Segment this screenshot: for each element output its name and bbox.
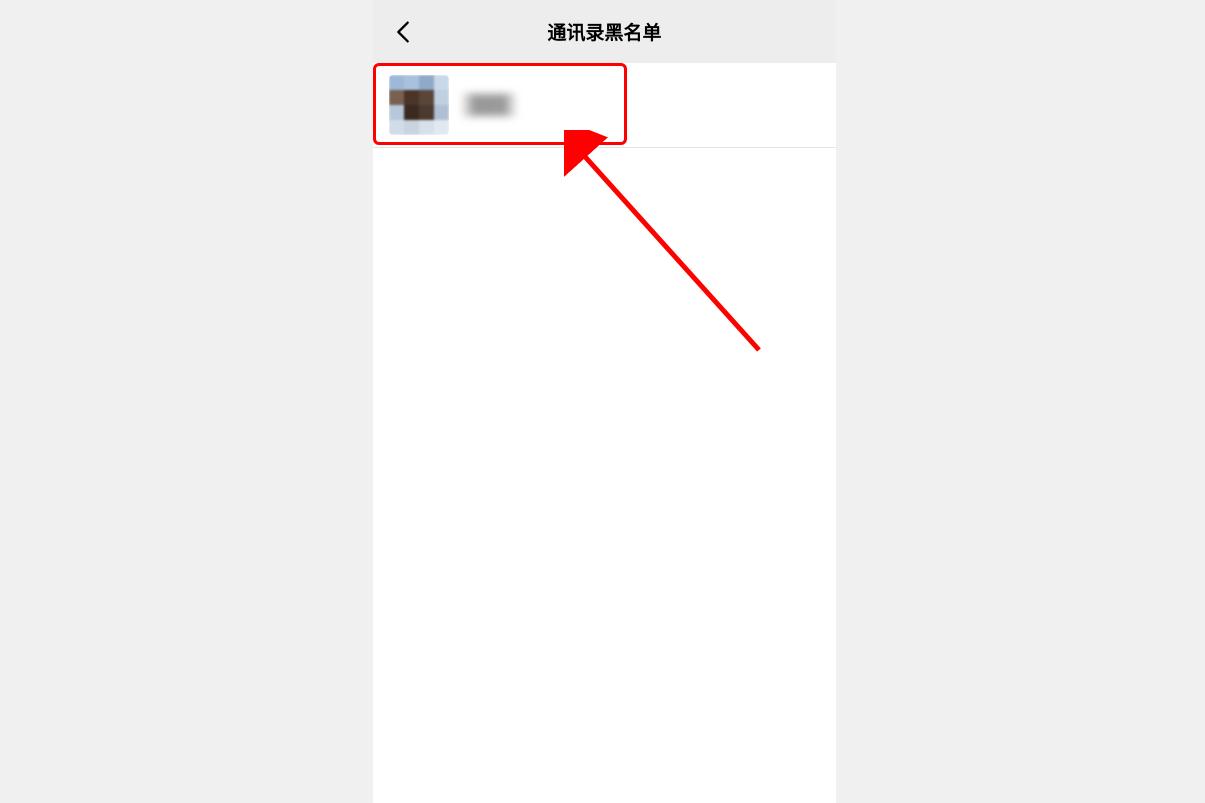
- header-bar: 通讯录黑名单: [373, 0, 836, 63]
- blacklist-contact-item[interactable]: ███: [373, 63, 836, 148]
- contact-name: ███: [463, 93, 515, 117]
- phone-screen: 通讯录黑名单 ███: [373, 0, 836, 803]
- page-title: 通讯录黑名单: [373, 18, 836, 45]
- chevron-left-icon: [396, 20, 410, 44]
- back-button[interactable]: [391, 20, 415, 44]
- contact-avatar: [389, 75, 449, 135]
- content-area: ███: [373, 63, 836, 148]
